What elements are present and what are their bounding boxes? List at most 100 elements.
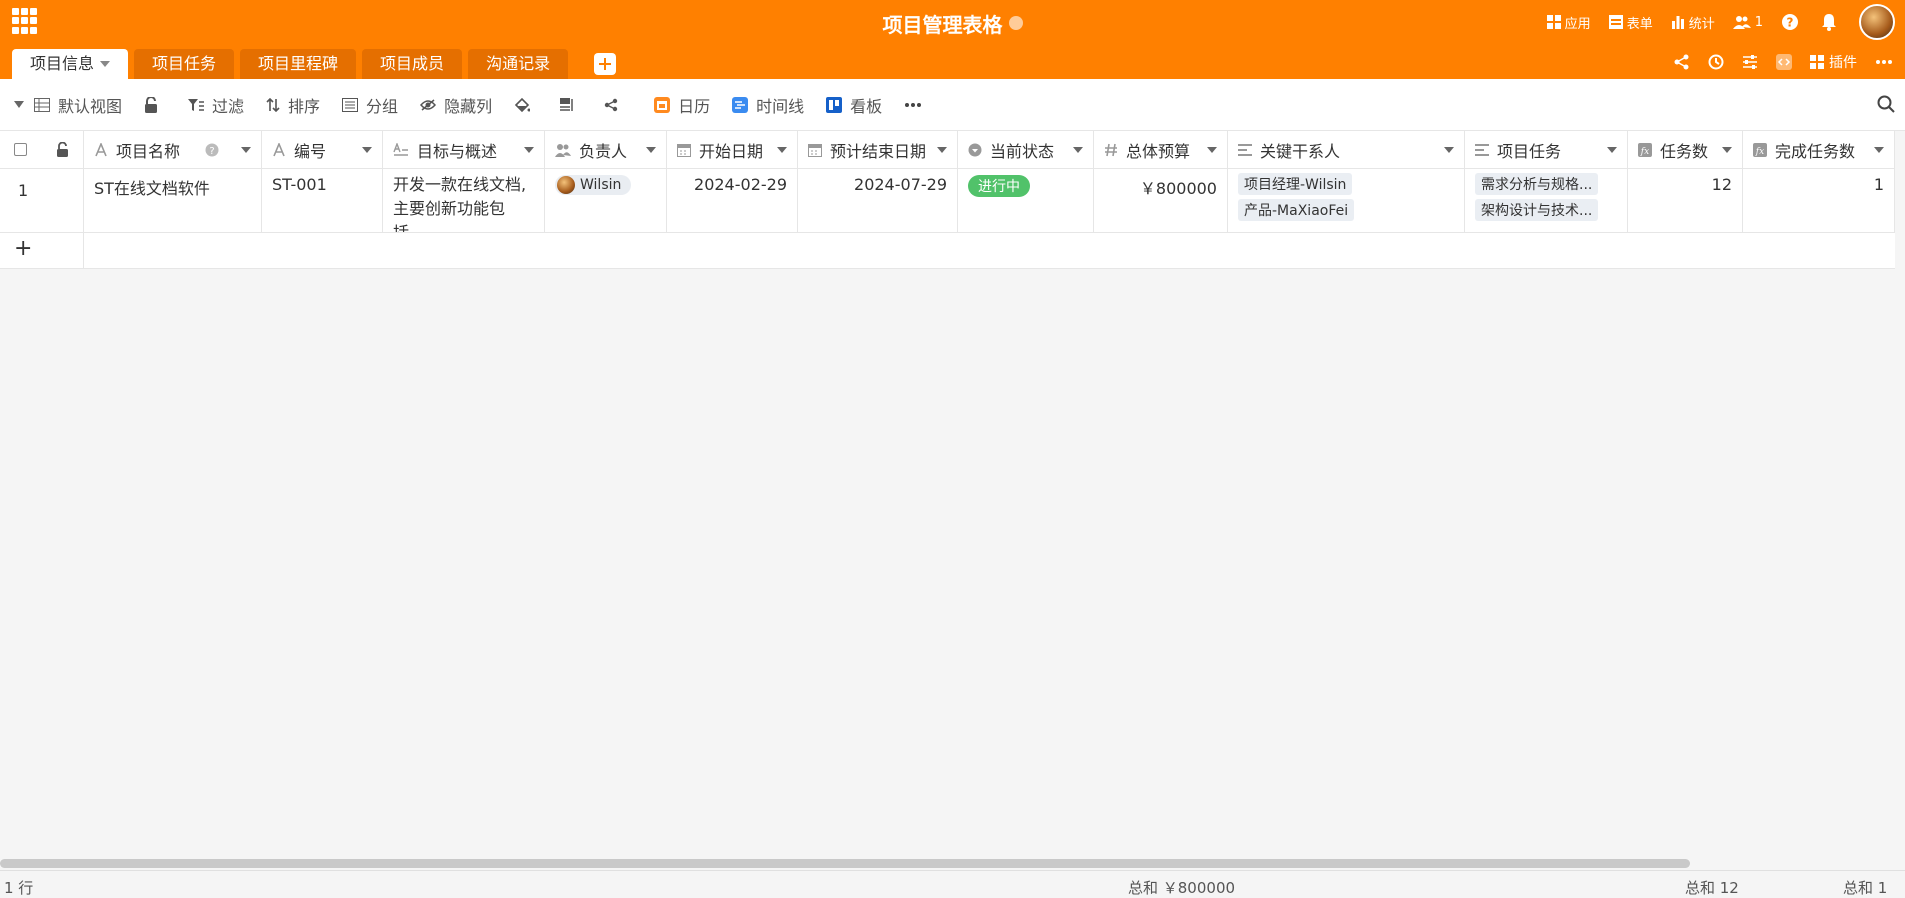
cell-summary[interactable]: 开发一款在线文档, 主要创新功能包括... — [383, 169, 545, 232]
column-header-code[interactable]: 编号 — [262, 131, 383, 168]
tab-milestones[interactable]: 项目里程碑 — [240, 49, 357, 79]
tab-members[interactable]: 项目成员 — [362, 49, 463, 79]
view-selector[interactable]: 默认视图 — [14, 93, 122, 117]
column-header-start[interactable]: 开始日期 — [667, 131, 798, 168]
hide-columns-button[interactable]: 隐藏列 — [420, 93, 492, 117]
kanban-label: 看板 — [850, 96, 883, 116]
cell-tasks[interactable]: 需求分析与规格... 架构设计与技术... — [1465, 169, 1628, 232]
select-all-checkbox[interactable] — [14, 143, 27, 156]
user-avatar[interactable] — [1859, 4, 1895, 40]
column-header-task-count[interactable]: fx 任务数 — [1628, 131, 1743, 168]
more-icon[interactable] — [1875, 59, 1893, 65]
chevron-down-icon[interactable] — [241, 146, 251, 153]
column-header-name[interactable]: 项目名称 ? — [84, 131, 262, 168]
chevron-down-icon[interactable] — [1607, 146, 1617, 153]
form-button[interactable]: 表单 — [1608, 13, 1653, 32]
help-button[interactable]: ? — [1781, 13, 1803, 31]
unlock-icon[interactable] — [56, 142, 69, 157]
chevron-down-icon[interactable] — [777, 146, 787, 153]
tab-label: 项目任务 — [152, 54, 217, 73]
info-icon[interactable] — [1008, 16, 1023, 30]
tab-communication[interactable]: 沟通记录 — [468, 49, 569, 79]
notifications-button[interactable] — [1821, 13, 1841, 31]
budget-sum[interactable]: 总和 ￥800000 — [1128, 877, 1235, 898]
column-header-end[interactable]: 预计结束日期 — [798, 131, 958, 168]
done-count-sum[interactable]: 总和 1 — [1843, 877, 1887, 898]
timeline-label: 时间线 — [756, 96, 805, 116]
date-field-icon — [808, 143, 822, 157]
tab-project-info[interactable]: 项目信息 — [12, 49, 129, 79]
cell-status[interactable]: 进行中 — [958, 169, 1094, 232]
tab-project-tasks[interactable]: 项目任务 — [134, 49, 235, 79]
more-views-button[interactable] — [904, 102, 930, 108]
chevron-down-icon[interactable] — [1874, 146, 1884, 153]
group-icon — [342, 97, 359, 112]
column-header-owner[interactable]: 负责人 — [545, 131, 667, 168]
code-icon[interactable] — [1776, 54, 1792, 70]
settings-sliders-icon[interactable] — [1742, 54, 1758, 70]
history-icon[interactable] — [1708, 54, 1724, 70]
chevron-down-icon[interactable] — [646, 146, 656, 153]
horizontal-scrollbar[interactable] — [0, 859, 1690, 868]
page-title[interactable]: 项目管理表格 — [883, 13, 1003, 37]
cell-name[interactable]: ST在线文档软件 — [84, 169, 262, 232]
column-header-budget[interactable]: 总体预算 — [1094, 131, 1228, 168]
bell-icon — [1822, 14, 1836, 31]
cell-budget[interactable]: ￥800000 — [1094, 169, 1228, 232]
cell-owner[interactable]: Wilsin — [545, 169, 667, 232]
chevron-down-icon[interactable] — [1722, 146, 1732, 153]
timeline-button[interactable]: 时间线 — [732, 93, 804, 117]
sort-icon — [266, 97, 280, 112]
group-button[interactable]: 分组 — [342, 93, 398, 117]
help-circle-icon[interactable]: ? — [205, 143, 219, 157]
cell-code[interactable]: ST-001 — [262, 169, 383, 232]
add-table-button[interactable] — [594, 53, 617, 75]
cell-task-count[interactable]: 12 — [1628, 169, 1743, 232]
column-header-tasks[interactable]: 项目任务 — [1465, 131, 1628, 168]
column-label: 开始日期 — [699, 141, 764, 161]
users-icon — [1732, 16, 1751, 29]
column-header-done-count[interactable]: fx 完成任务数 — [1743, 131, 1895, 168]
search-button[interactable] — [1877, 95, 1895, 117]
column-label: 负责人 — [579, 141, 628, 161]
share-view-button[interactable] — [604, 98, 626, 112]
table-row[interactable]: 1 ST在线文档软件 ST-001 开发一款在线文档, 主要创新功能包括... … — [0, 169, 1895, 233]
owner-chip: Wilsin — [555, 175, 632, 195]
chevron-down-icon[interactable] — [100, 61, 111, 67]
sort-button[interactable]: 排序 — [266, 93, 320, 117]
filter-button[interactable]: 过滤 — [188, 93, 244, 117]
row-index: 1 — [0, 169, 84, 232]
chevron-down-icon[interactable] — [1444, 146, 1454, 153]
add-row[interactable]: + — [0, 233, 1895, 269]
column-header-status[interactable]: 当前状态 — [958, 131, 1094, 168]
chevron-down-icon[interactable] — [524, 146, 534, 153]
apps-button[interactable]: 应用 — [1546, 13, 1591, 32]
calendar-button[interactable]: 日历 — [654, 93, 710, 117]
cell-stakeholders[interactable]: 项目经理-Wilsin 产品-MaXiaoFei — [1228, 169, 1465, 232]
task-chip: 需求分析与规格... — [1475, 173, 1599, 195]
task-count-sum[interactable]: 总和 12 — [1685, 877, 1739, 898]
collaborators-button[interactable]: 1 — [1732, 15, 1763, 30]
share-icon[interactable] — [1674, 54, 1690, 70]
stats-button[interactable]: 统计 — [1671, 13, 1715, 32]
plugins-button[interactable]: 插件 — [1810, 52, 1857, 72]
app-header: 项目管理表格 应用 表单 统计 1 ? 项目信息 项目任务 项目里程碑 项目成员 — [0, 0, 1905, 79]
paint-bucket-icon — [514, 97, 531, 112]
add-row-button[interactable]: + — [0, 233, 84, 268]
column-header-summary[interactable]: 目标与概述 — [383, 131, 545, 168]
cell-start-date[interactable]: 2024-02-29 — [667, 169, 798, 232]
row-height-button[interactable] — [560, 97, 582, 112]
chevron-down-icon[interactable] — [362, 146, 372, 153]
cell-done-count[interactable]: 1 — [1743, 169, 1895, 232]
row-color-button[interactable] — [514, 97, 538, 113]
plugins-label: 插件 — [1829, 55, 1857, 71]
lock-button[interactable] — [144, 96, 166, 113]
chevron-down-icon[interactable] — [1073, 146, 1083, 153]
formula-icon: fx — [1638, 142, 1652, 157]
chevron-down-icon[interactable] — [1207, 146, 1217, 153]
column-header-stakeholders[interactable]: 关键干系人 — [1228, 131, 1465, 168]
collaborator-icon — [555, 143, 571, 157]
cell-end-date[interactable]: 2024-07-29 — [798, 169, 958, 232]
chevron-down-icon[interactable] — [937, 146, 947, 153]
kanban-button[interactable]: 看板 — [826, 93, 882, 117]
